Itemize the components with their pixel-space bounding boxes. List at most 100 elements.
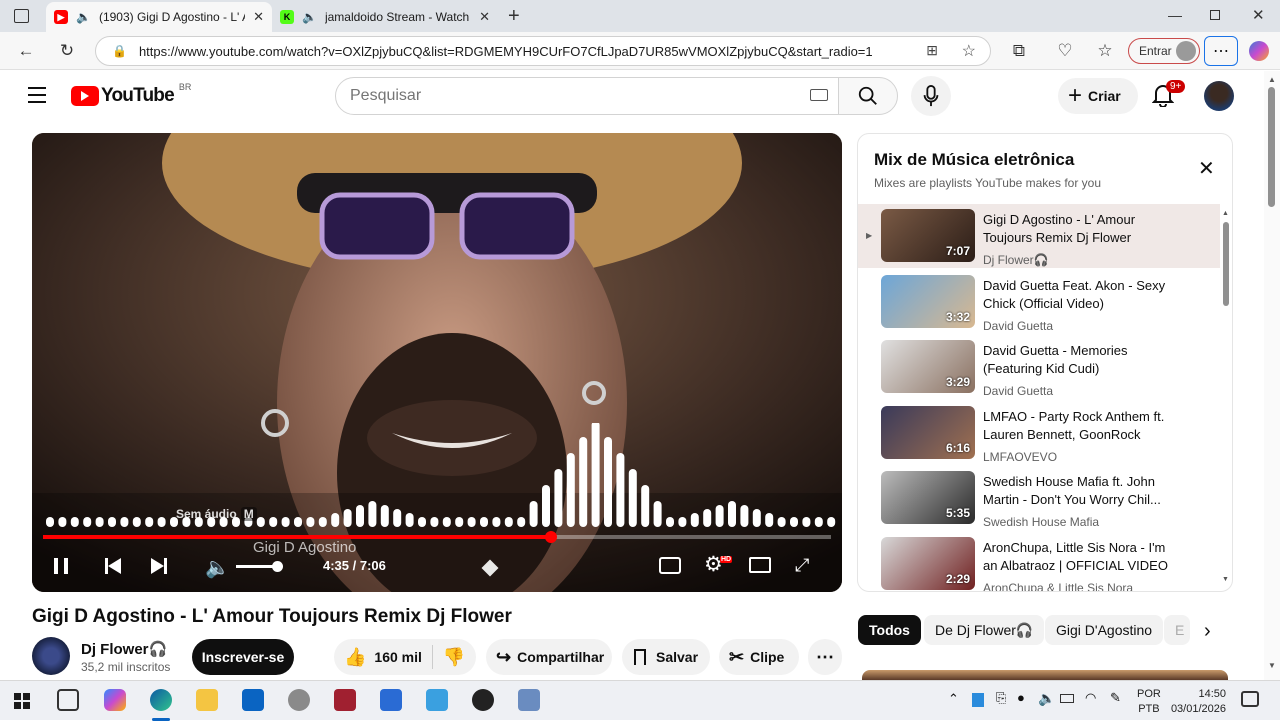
copilot-app-icon[interactable] [104, 689, 126, 711]
playlist-item[interactable]: ▶ 7:07 Gigi D Agostino - L' Amour Toujours… [858, 204, 1220, 268]
volume-slider[interactable] [236, 561, 283, 572]
search-button[interactable] [838, 77, 898, 115]
browser-essentials-icon[interactable]: ♡ [1053, 39, 1077, 63]
close-tab-icon[interactable]: ✕ [253, 9, 264, 25]
volume-slider-handle[interactable] [272, 561, 283, 572]
menu-icon[interactable] [28, 87, 46, 103]
playlist-item[interactable]: 3:32 David Guetta Feat. Akon - Sexy Chick… [858, 270, 1220, 334]
favorite-star-icon[interactable]: ☆ [962, 41, 976, 61]
edge-browser-icon[interactable] [150, 689, 172, 711]
tab-kick[interactable]: K 🔈 jamaldoido Stream - Watch ✕ [272, 2, 498, 32]
battery-icon[interactable] [1060, 694, 1074, 703]
youtube-logo[interactable]: YouTube BR [71, 82, 191, 107]
chip-partial[interactable]: E [1164, 615, 1190, 645]
playlist-item[interactable]: 6:16 LMFAO - Party Rock Anthem ft. Lauren… [858, 401, 1220, 465]
playlist-item[interactable]: 2:29 AronChupa, Little Sis Nora - I'm an … [858, 532, 1220, 591]
more-actions-button[interactable]: ⋯ [808, 639, 842, 675]
save-button[interactable]: Salvar [622, 639, 710, 675]
playlist-item[interactable]: 5:35 Swedish House Mafia ft. John Martin … [858, 466, 1220, 530]
outlook-icon[interactable] [242, 689, 264, 711]
pause-icon[interactable] [54, 558, 68, 574]
control-panel-icon[interactable] [426, 689, 448, 711]
file-explorer-icon[interactable] [196, 689, 218, 711]
playlist-scroll-area[interactable]: ▶ 7:07 Gigi D Agostino - L' Amour Toujours… [858, 204, 1232, 591]
playlist-scrollbar-thumb[interactable] [1223, 222, 1229, 306]
back-arrow-icon[interactable]: ← [14, 39, 38, 63]
search-input[interactable]: Pesquisar [335, 77, 839, 115]
clock[interactable]: 14:50 03/01/2026 [1170, 687, 1226, 717]
settings-app-icon[interactable] [288, 689, 310, 711]
keyboard-icon[interactable] [810, 89, 828, 101]
favorites-icon[interactable]: ☆ [1093, 39, 1117, 63]
tab-title: jamaldoido Stream - Watch [324, 10, 470, 24]
video-player[interactable]: Sem áudio M 🔈 Gigi D Agostino 4:35 / 7:0… [32, 133, 842, 592]
playlist-item-title: Swedish House Mafia ft. John Martin - Do… [983, 474, 1161, 507]
extensions-icon[interactable]: ⧉ [1007, 39, 1031, 63]
game-app-icon[interactable] [334, 689, 356, 711]
playlist-scrollbar[interactable]: ▲ ▼ [1220, 210, 1232, 588]
volume-icon[interactable]: 🔈 [205, 555, 230, 580]
voice-search-button[interactable] [911, 76, 951, 116]
progress-bar[interactable] [43, 531, 831, 543]
clip-button[interactable]: ✂ Clipe [719, 639, 799, 675]
url-field[interactable]: 🔒 https://www.youtube.com/watch?v=OXlZpj… [95, 36, 991, 66]
create-button[interactable]: + Criar [1058, 78, 1138, 114]
share-button[interactable]: ↪ Compartilhar [486, 639, 612, 675]
speaker-tray-icon[interactable]: 🔈 [1038, 690, 1055, 707]
channel-avatar[interactable] [32, 637, 70, 675]
wifi-icon[interactable]: ◠ [1085, 690, 1096, 706]
avatar[interactable] [1204, 81, 1234, 111]
theater-mode-icon[interactable] [749, 557, 771, 573]
chevron-right-icon[interactable]: › [1204, 620, 1211, 643]
chevron-up-icon[interactable]: ⌃ [948, 691, 959, 707]
notifications-button[interactable]: 9+ [1151, 80, 1186, 109]
page-scrollbar-thumb[interactable] [1268, 87, 1275, 207]
windows-start-icon[interactable] [14, 693, 30, 709]
reload-icon[interactable]: ↻ [55, 39, 79, 63]
obs-app-icon[interactable] [472, 689, 494, 711]
playlist-item[interactable]: 3:29 David Guetta - Memories (Featuring K… [858, 335, 1220, 399]
scroll-up-icon[interactable]: ▲ [1222, 210, 1229, 217]
close-tab-icon[interactable]: ✕ [479, 9, 490, 25]
settings-more-icon[interactable]: ⋯ [1204, 36, 1238, 66]
channel-name[interactable]: Dj Flower🎧 [81, 640, 167, 658]
chip-from-channel[interactable]: De Dj Flower🎧 [924, 615, 1045, 645]
chip-all[interactable]: Todos [858, 615, 921, 645]
chip-artist[interactable]: Gigi D'Agostino [1045, 615, 1164, 645]
pen-icon[interactable]: ✎ [1110, 690, 1121, 706]
snipping-tool-icon[interactable] [518, 689, 540, 711]
subscribe-button[interactable]: Inscrever-se [192, 639, 294, 675]
new-tab-icon[interactable]: + [508, 5, 520, 28]
signin-button[interactable]: Entrar [1128, 38, 1200, 64]
like-button[interactable]: 👍 160 mil [334, 647, 422, 668]
fullscreen-icon[interactable]: ⤢ [795, 555, 809, 576]
camera-icon[interactable]: ● [1017, 690, 1025, 705]
store-app-icon[interactable] [380, 689, 402, 711]
tray-app-icon[interactable] [972, 693, 984, 707]
page-scrollbar[interactable]: ▲ ▼ [1264, 71, 1280, 680]
input-language[interactable]: POR PTB [1137, 687, 1161, 717]
scroll-up-icon[interactable]: ▲ [1268, 75, 1276, 84]
next-icon[interactable] [151, 558, 167, 574]
youtube-favicon-icon: ▶ [54, 10, 68, 24]
duration-label: 6:16 [945, 440, 970, 455]
restore-icon[interactable] [1210, 10, 1220, 20]
tab-actions-icon[interactable] [14, 9, 29, 23]
minimize-icon[interactable]: — [1168, 7, 1182, 23]
close-window-icon[interactable]: ✕ [1252, 6, 1265, 24]
scroll-down-icon[interactable]: ▼ [1268, 661, 1276, 670]
app-available-icon[interactable]: ⊞ [926, 42, 938, 59]
usb-icon[interactable]: ⎘ [996, 690, 1006, 706]
scroll-down-icon[interactable]: ▼ [1222, 576, 1229, 583]
playlist-subtitle: Mixes are playlists YouTube makes for yo… [874, 176, 1101, 190]
copilot-icon[interactable] [1249, 41, 1269, 61]
previous-icon[interactable] [105, 558, 121, 574]
like-dislike-group: 👍 160 mil 👎 [334, 639, 476, 675]
browser-address-bar: ← ↻ 🔒 https://www.youtube.com/watch?v=OX… [0, 32, 1280, 70]
thumbs-down-icon[interactable]: 👎 [443, 647, 465, 668]
task-view-icon[interactable] [57, 689, 79, 711]
close-playlist-icon[interactable]: ✕ [1198, 156, 1215, 181]
notification-center-icon[interactable] [1241, 691, 1259, 707]
subtitles-icon[interactable] [659, 557, 681, 574]
tab-youtube[interactable]: ▶ 🔈 (1903) Gigi D Agostino - L' Amou ✕ [46, 2, 272, 32]
